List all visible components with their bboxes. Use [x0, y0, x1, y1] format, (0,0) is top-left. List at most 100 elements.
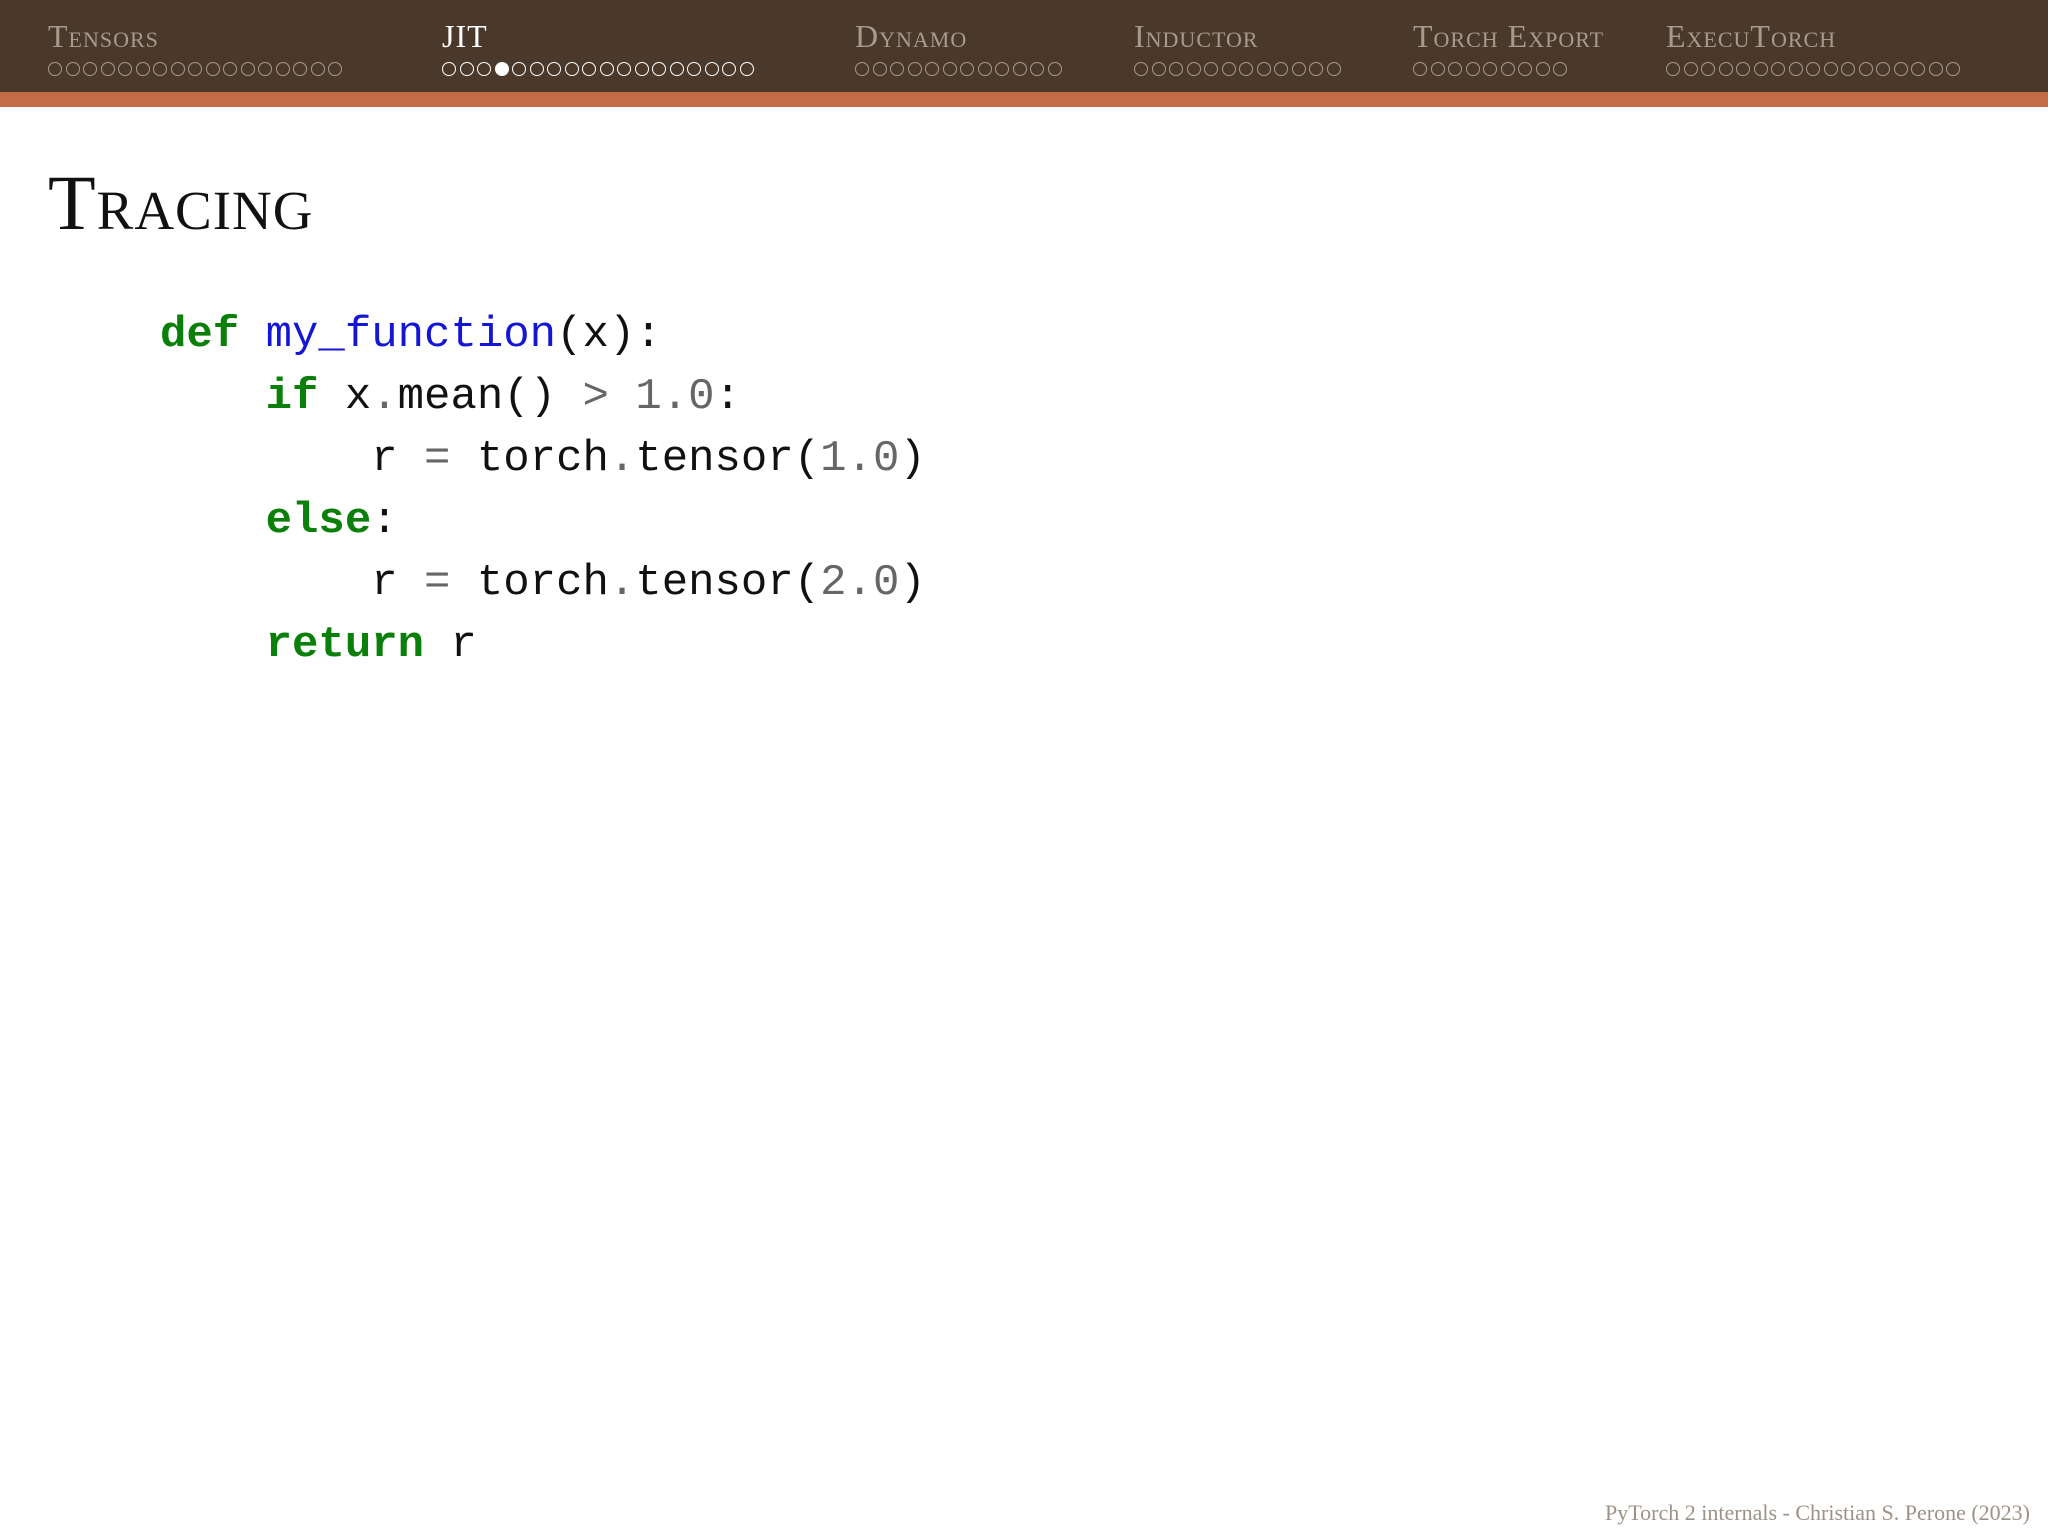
slide-dot[interactable] — [310, 62, 325, 76]
slide-dot[interactable] — [1256, 62, 1271, 76]
nav-section-title[interactable]: Inductor — [1134, 18, 1344, 54]
slide-dot[interactable] — [582, 62, 596, 76]
nav-section-title[interactable]: JIT — [442, 18, 757, 54]
slide-dot[interactable] — [1326, 62, 1341, 76]
slide-dot[interactable] — [512, 62, 526, 76]
slide-dot[interactable] — [48, 62, 62, 76]
slide-dot[interactable] — [1841, 62, 1855, 76]
slide-dot[interactable] — [1928, 62, 1943, 76]
slide-dot[interactable] — [634, 62, 649, 76]
slide-dot[interactable] — [223, 62, 237, 76]
slide-dot[interactable] — [1736, 62, 1750, 76]
slide-dot[interactable] — [977, 62, 992, 76]
slide-dot[interactable] — [529, 62, 544, 76]
slide-dot[interactable] — [1291, 62, 1306, 76]
slide-dot[interactable] — [205, 62, 220, 76]
slide-dot[interactable] — [83, 62, 97, 76]
slide-dot[interactable] — [872, 62, 887, 76]
slide-dot[interactable] — [1823, 62, 1838, 76]
slide-dot[interactable] — [942, 62, 957, 76]
slide-dot[interactable] — [1221, 62, 1236, 76]
slide-dot[interactable] — [704, 62, 719, 76]
nav-section-title[interactable]: Dynamo — [855, 18, 1065, 54]
slide-dot[interactable] — [1465, 62, 1480, 76]
slide-dot[interactable] — [118, 62, 132, 76]
nav-section-torch-export[interactable]: Torch Export — [1413, 18, 1604, 79]
slide-dot[interactable] — [1535, 62, 1550, 76]
slide-dot[interactable] — [669, 62, 684, 76]
slide-dot[interactable] — [1858, 62, 1873, 76]
current-slide-dot[interactable] — [494, 62, 509, 76]
slide-dot[interactable] — [1309, 62, 1323, 76]
nav-section-tensors[interactable]: Tensors — [48, 18, 346, 79]
slide-dot[interactable] — [1771, 62, 1785, 76]
slide-dot[interactable] — [1448, 62, 1462, 76]
slide-dot[interactable] — [652, 62, 666, 76]
slide-dot[interactable] — [1413, 62, 1427, 76]
slide-dot[interactable] — [328, 62, 342, 76]
slide-dot[interactable] — [65, 62, 80, 76]
slide-dot[interactable] — [1718, 62, 1733, 76]
slide-dot[interactable] — [890, 62, 904, 76]
nav-section-dynamo[interactable]: Dynamo — [855, 18, 1065, 79]
slide-dot[interactable] — [1134, 62, 1148, 76]
code-line: def my_function(x): — [160, 304, 926, 366]
slide-dot[interactable] — [170, 62, 185, 76]
slide-dot[interactable] — [995, 62, 1009, 76]
slide-dot[interactable] — [925, 62, 939, 76]
slide-dot[interactable] — [1553, 62, 1567, 76]
slide-dot[interactable] — [459, 62, 474, 76]
slide-dot[interactable] — [135, 62, 150, 76]
slide-dot[interactable] — [1876, 62, 1890, 76]
nav-section-title[interactable]: ExecuTorch — [1666, 18, 1964, 54]
slide-dot[interactable] — [1151, 62, 1166, 76]
slide-dot[interactable] — [1911, 62, 1925, 76]
slide-dot[interactable] — [153, 62, 167, 76]
slide-dot[interactable] — [599, 62, 614, 76]
nav-section-jit[interactable]: JIT — [442, 18, 757, 79]
nav-section-executorch[interactable]: ExecuTorch — [1666, 18, 1964, 79]
slide-dot[interactable] — [1500, 62, 1515, 76]
slide-dot[interactable] — [1753, 62, 1768, 76]
slide-dot[interactable] — [1946, 62, 1960, 76]
slide-dot[interactable] — [275, 62, 290, 76]
slide-dot[interactable] — [617, 62, 631, 76]
slide-dot[interactable] — [1701, 62, 1715, 76]
slide-dot[interactable] — [1239, 62, 1253, 76]
slide-dot[interactable] — [1893, 62, 1908, 76]
slide-dot[interactable] — [1047, 62, 1062, 76]
slide-dot[interactable] — [442, 62, 456, 76]
slide-dot[interactable] — [722, 62, 736, 76]
slide-dot[interactable] — [1806, 62, 1820, 76]
slide-dot[interactable] — [907, 62, 922, 76]
nav-section-title[interactable]: Tensors — [48, 18, 346, 54]
slide-dot[interactable] — [100, 62, 115, 76]
slide-dots — [1413, 59, 1604, 79]
slide-dot[interactable] — [1030, 62, 1044, 76]
slide-dot[interactable] — [1204, 62, 1218, 76]
slide-dot[interactable] — [960, 62, 974, 76]
slide-dot[interactable] — [687, 62, 701, 76]
slide-dot[interactable] — [1430, 62, 1445, 76]
nav-section-title[interactable]: Torch Export — [1413, 18, 1604, 54]
slide-dot[interactable] — [188, 62, 202, 76]
slide-dot[interactable] — [293, 62, 307, 76]
slide-dot[interactable] — [1169, 62, 1183, 76]
slide-dot[interactable] — [258, 62, 272, 76]
slide-dot[interactable] — [739, 62, 754, 76]
slide-dot[interactable] — [1518, 62, 1532, 76]
slide-dot[interactable] — [855, 62, 869, 76]
slide-dot[interactable] — [1274, 62, 1288, 76]
slide-dot[interactable] — [1012, 62, 1027, 76]
slide-dot[interactable] — [1666, 62, 1680, 76]
slide-dot[interactable] — [1788, 62, 1803, 76]
slide-dot[interactable] — [547, 62, 561, 76]
slide-dot[interactable] — [477, 62, 491, 76]
slide-dot[interactable] — [240, 62, 255, 76]
nav-section-inductor[interactable]: Inductor — [1134, 18, 1344, 79]
slide-dot[interactable] — [564, 62, 579, 76]
code-token: 1.0 — [635, 372, 715, 422]
slide-dot[interactable] — [1483, 62, 1497, 76]
slide-dot[interactable] — [1683, 62, 1698, 76]
slide-dot[interactable] — [1186, 62, 1201, 76]
